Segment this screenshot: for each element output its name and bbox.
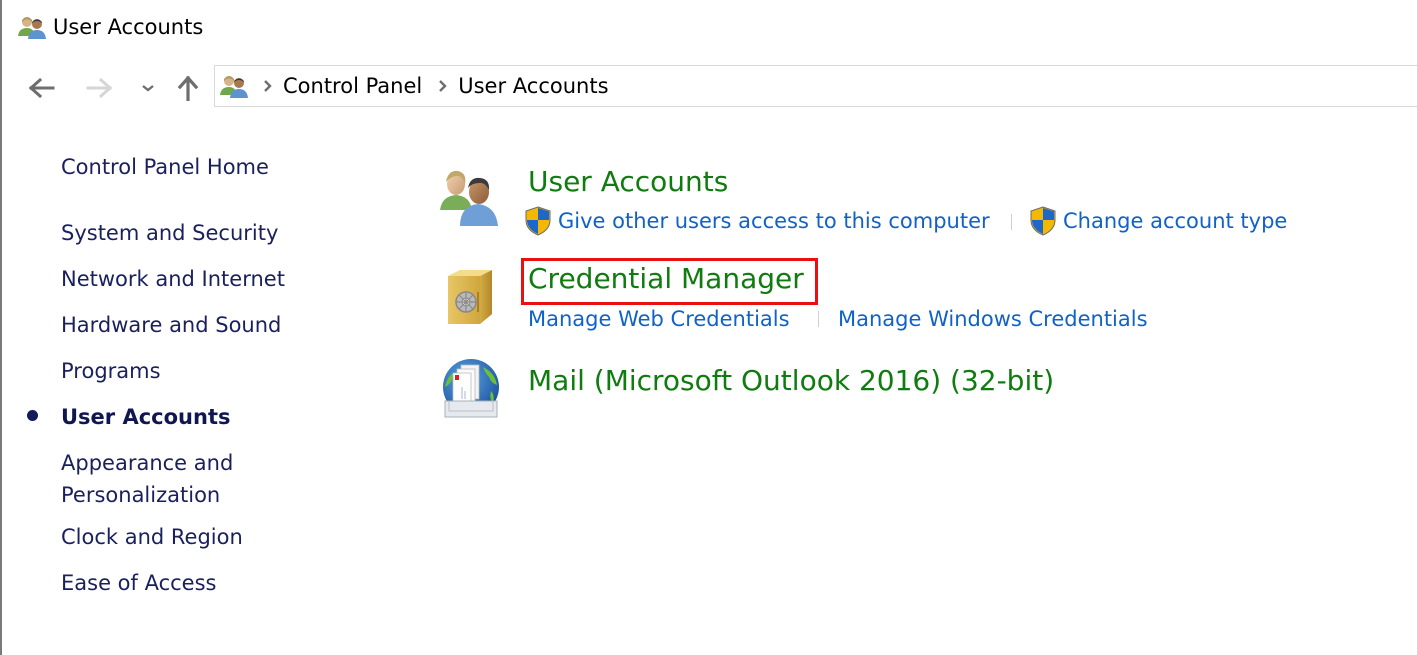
mail-globe-icon[interactable] <box>439 357 503 421</box>
breadcrumb-chevron-icon[interactable] <box>261 76 275 96</box>
breadcrumb-chevron-icon[interactable] <box>436 76 450 96</box>
sidebar-item-appearance-and-personalization[interactable]: Appearance and Personalization <box>61 447 233 511</box>
sidebar-item-user-accounts[interactable]: User Accounts <box>61 401 230 433</box>
control-panel-window: User Accounts Control Panel User Account… <box>0 0 1417 655</box>
title-bar: User Accounts <box>17 12 203 42</box>
sidebar-item-clock-and-region[interactable]: Clock and Region <box>61 521 243 553</box>
user-accounts-icon <box>18 17 46 39</box>
chevron-down-icon <box>142 85 154 92</box>
manage-web-credentials-link[interactable]: Manage Web Credentials <box>528 304 790 334</box>
arrow-up-icon <box>177 75 199 101</box>
window-title: User Accounts <box>53 15 204 39</box>
uac-shield-icon <box>525 206 551 236</box>
task-link-label: Give other users access to this computer <box>558 209 990 233</box>
sidebar-item-label: Appearance and <box>61 451 234 475</box>
breadcrumb-user-accounts[interactable]: User Accounts <box>458 74 608 98</box>
task-link-label: Manage Windows Credentials <box>838 307 1148 331</box>
arrow-right-icon <box>86 77 112 99</box>
give-users-access-link[interactable]: Give other users access to this computer <box>524 206 990 236</box>
task-link-label: Manage Web Credentials <box>528 307 790 331</box>
address-bar[interactable]: Control Panel User Accounts <box>214 65 1417 107</box>
navigation-bar: Control Panel User Accounts <box>0 64 1417 110</box>
sidebar-item-system-and-security[interactable]: System and Security <box>61 217 278 249</box>
task-separator <box>818 311 819 327</box>
up-button[interactable] <box>172 72 204 104</box>
change-account-type-link[interactable]: Change account type <box>1029 206 1287 236</box>
task-link-label: Change account type <box>1063 209 1288 233</box>
current-item-bullet <box>27 410 38 421</box>
manage-windows-credentials-link[interactable]: Manage Windows Credentials <box>838 304 1148 334</box>
sidebar-item-hardware-and-sound[interactable]: Hardware and Sound <box>61 309 281 341</box>
category-mail[interactable]: Mail (Microsoft Outlook 2016) (32-bit) <box>528 363 1054 399</box>
sidebar-control-panel-home[interactable]: Control Panel Home <box>61 151 269 183</box>
forward-button[interactable] <box>83 72 115 104</box>
sidebar-item-ease-of-access[interactable]: Ease of Access <box>61 567 216 599</box>
task-separator <box>1011 214 1012 230</box>
recent-locations-button[interactable] <box>132 72 164 104</box>
breadcrumb-control-panel[interactable]: Control Panel <box>283 74 422 98</box>
back-button[interactable] <box>26 72 58 104</box>
user-accounts-icon <box>220 76 248 98</box>
arrow-left-icon <box>29 77 55 99</box>
uac-shield-icon <box>1030 206 1056 236</box>
sidebar-item-programs[interactable]: Programs <box>61 355 161 387</box>
sidebar-item-label-line2: Personalization <box>61 483 221 507</box>
category-user-accounts[interactable]: User Accounts <box>528 164 728 200</box>
category-credential-manager[interactable]: Credential Manager <box>528 261 804 297</box>
user-accounts-icon[interactable] <box>438 166 502 230</box>
safe-icon[interactable] <box>440 266 504 330</box>
sidebar-item-network-and-internet[interactable]: Network and Internet <box>61 263 285 295</box>
